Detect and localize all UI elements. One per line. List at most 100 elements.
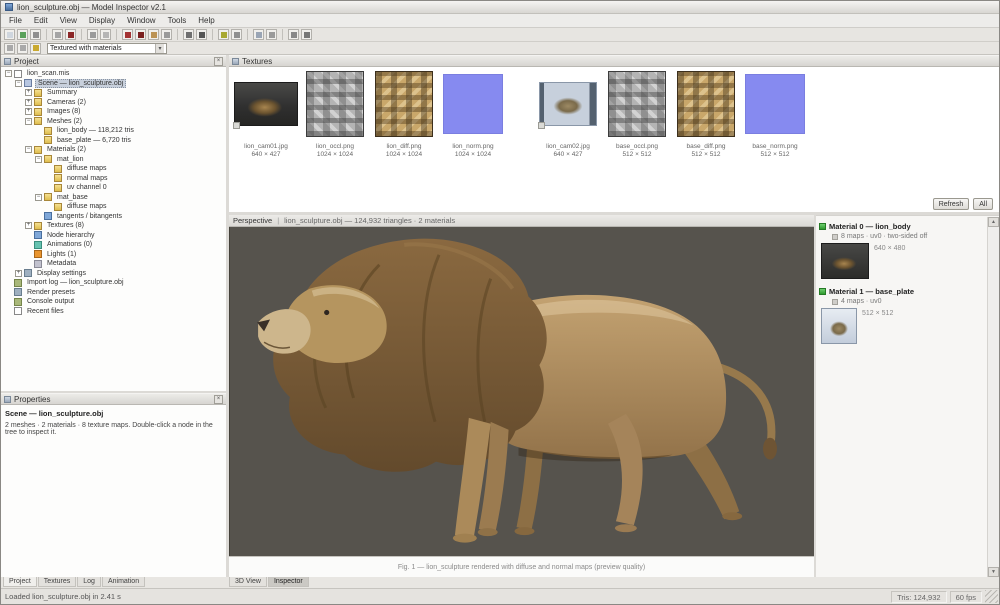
material-preview-thumbnail[interactable] bbox=[821, 243, 869, 279]
tree-row-diffuse-maps[interactable]: diffuse maps bbox=[1, 164, 226, 174]
save-file-icon[interactable] bbox=[30, 29, 41, 40]
axes-icon[interactable] bbox=[196, 29, 207, 40]
tree-row-tangents-bitangents[interactable]: tangents / bitangents bbox=[1, 212, 226, 222]
texture-thumbnail[interactable] bbox=[608, 71, 666, 137]
menu-tools[interactable]: Tools bbox=[162, 15, 193, 26]
texture-thumbnail[interactable] bbox=[234, 82, 298, 126]
tree-expander-icon[interactable]: + bbox=[25, 99, 32, 106]
texture-thumbnail[interactable] bbox=[745, 74, 805, 134]
menu-file[interactable]: File bbox=[3, 15, 28, 26]
menu-view[interactable]: View bbox=[54, 15, 83, 26]
lion-model[interactable] bbox=[230, 227, 814, 556]
material-section-header[interactable]: Material 0 — lion_body bbox=[819, 222, 985, 231]
tree-expander-icon[interactable]: − bbox=[5, 70, 12, 77]
tree-row-node-hierarchy[interactable]: Node hierarchy bbox=[1, 231, 226, 241]
scroll-up-icon[interactable]: ▲ bbox=[988, 217, 999, 227]
bounding-box-icon[interactable] bbox=[218, 29, 229, 40]
texture-thumbnail[interactable] bbox=[306, 71, 364, 137]
tree-expander-icon[interactable]: − bbox=[25, 146, 32, 153]
screenshot-icon[interactable] bbox=[288, 29, 299, 40]
open-file-icon[interactable] bbox=[17, 29, 28, 40]
dock-tab-project[interactable]: Project bbox=[3, 577, 37, 587]
grid-icon[interactable] bbox=[183, 29, 194, 40]
tree-row-textures-8[interactable]: +Textures (8) bbox=[1, 221, 226, 231]
loop-icon[interactable] bbox=[30, 43, 41, 54]
tree-row-summary[interactable]: +Summary bbox=[1, 88, 226, 98]
play-icon[interactable] bbox=[4, 43, 15, 54]
tree-row-lights-1[interactable]: Lights (1) bbox=[1, 250, 226, 260]
resize-grip-icon[interactable] bbox=[985, 590, 998, 603]
dock-tab-log[interactable]: Log bbox=[77, 577, 101, 587]
tree-expander-icon[interactable]: − bbox=[35, 156, 42, 163]
close-icon[interactable]: × bbox=[214, 57, 223, 66]
tree-row-base-plate-6-720-tris[interactable]: base_plate — 6,720 tris bbox=[1, 136, 226, 146]
tree-expander-icon[interactable]: − bbox=[15, 80, 22, 87]
tree-expander-icon[interactable]: − bbox=[35, 194, 42, 201]
tree-row-display-settings[interactable]: +Display settings bbox=[1, 269, 226, 279]
close-icon[interactable]: × bbox=[214, 395, 223, 404]
tree-expander-icon[interactable]: + bbox=[25, 108, 32, 115]
tree-row-lion-scan-mis[interactable]: −lion_scan.mis bbox=[1, 69, 226, 79]
material-section-header[interactable]: Material 1 — base_plate bbox=[819, 287, 985, 296]
render-mode-combobox[interactable]: Textured with materials ▾ bbox=[47, 43, 167, 54]
tree-expander-icon[interactable]: + bbox=[15, 270, 22, 277]
tree-expander-icon[interactable]: − bbox=[25, 118, 32, 125]
wireframe-icon[interactable] bbox=[122, 29, 133, 40]
tree-row-cameras-2[interactable]: +Cameras (2) bbox=[1, 98, 226, 108]
textured-icon[interactable] bbox=[148, 29, 159, 40]
reset-view-icon-glyph bbox=[269, 32, 275, 38]
menu-edit[interactable]: Edit bbox=[28, 15, 54, 26]
scroll-down-icon[interactable]: ▼ bbox=[988, 567, 999, 577]
import-icon[interactable] bbox=[87, 29, 98, 40]
tree-expander-icon[interactable]: + bbox=[25, 222, 32, 229]
viewport-tab-3d-view[interactable]: 3D View bbox=[229, 577, 267, 587]
export-icon[interactable] bbox=[100, 29, 111, 40]
all-button[interactable]: All bbox=[973, 198, 993, 210]
texture-thumbnail[interactable] bbox=[677, 71, 735, 137]
3d-viewport[interactable] bbox=[229, 227, 814, 556]
tree-row-meshes-2[interactable]: −Meshes (2) bbox=[1, 117, 226, 127]
material-preview-thumbnail[interactable] bbox=[821, 308, 857, 344]
viewport-row: Perspective | lion_sculpture.obj — 124,9… bbox=[229, 215, 999, 577]
tree-row-recent-files[interactable]: Recent files bbox=[1, 307, 226, 317]
tree-row-mat-lion[interactable]: −mat_lion bbox=[1, 155, 226, 165]
tree-row-materials-2[interactable]: −Materials (2) bbox=[1, 145, 226, 155]
tree-row-render-presets[interactable]: Render presets bbox=[1, 288, 226, 298]
chevron-down-icon[interactable]: ▾ bbox=[155, 44, 164, 53]
reset-view-icon[interactable] bbox=[266, 29, 277, 40]
camera-icon[interactable] bbox=[253, 29, 264, 40]
tree-row-uv-channel-0[interactable]: uv channel 0 bbox=[1, 183, 226, 193]
lighting-icon[interactable] bbox=[161, 29, 172, 40]
pause-icon[interactable] bbox=[17, 43, 28, 54]
dock-tab-animation[interactable]: Animation bbox=[102, 577, 145, 587]
texture-thumbnail[interactable] bbox=[443, 74, 503, 134]
tree-row-diffuse-maps[interactable]: diffuse maps bbox=[1, 202, 226, 212]
menu-window[interactable]: Window bbox=[121, 15, 161, 26]
tree-row-animations-0[interactable]: Animations (0) bbox=[1, 240, 226, 250]
menu-help[interactable]: Help bbox=[192, 15, 220, 26]
scrollbar[interactable]: ▲ ▼ bbox=[987, 217, 999, 577]
tree-row-scene-lion-sculpture-obj[interactable]: −Scene — lion_sculpture.obj bbox=[1, 79, 226, 89]
tree-row-console-output[interactable]: Console output bbox=[1, 297, 226, 307]
texture-thumbnail[interactable] bbox=[375, 71, 433, 137]
tree-row-images-8[interactable]: +Images (8) bbox=[1, 107, 226, 117]
tree-row-mat-base[interactable]: −mat_base bbox=[1, 193, 226, 203]
redo-icon[interactable] bbox=[65, 29, 76, 40]
dock-tab-textures[interactable]: Textures bbox=[38, 577, 76, 587]
normals-icon[interactable] bbox=[231, 29, 242, 40]
undo-icon[interactable] bbox=[52, 29, 63, 40]
viewport-tab-inspector[interactable]: Inspector bbox=[268, 577, 309, 587]
new-file-icon[interactable] bbox=[4, 29, 15, 40]
texture-thumbnail[interactable] bbox=[539, 82, 597, 126]
menu-display[interactable]: Display bbox=[83, 15, 121, 26]
tree-expander-icon[interactable]: + bbox=[25, 89, 32, 96]
shaded-icon[interactable] bbox=[135, 29, 146, 40]
settings-icon[interactable] bbox=[301, 29, 312, 40]
tree-row-normal-maps[interactable]: normal maps bbox=[1, 174, 226, 184]
refresh-button[interactable]: Refresh bbox=[933, 198, 970, 210]
tree-row-metadata[interactable]: Metadata bbox=[1, 259, 226, 269]
tree-row-import-log-lion-sculpture-obj[interactable]: Import log — lion_sculpture.obj bbox=[1, 278, 226, 288]
tree-row-lion-body-118-212-tris[interactable]: lion_body — 118,212 tris bbox=[1, 126, 226, 136]
viewport-column: Perspective | lion_sculpture.obj — 124,9… bbox=[229, 215, 814, 577]
textures-panel-buttons: Refresh All bbox=[933, 198, 993, 210]
